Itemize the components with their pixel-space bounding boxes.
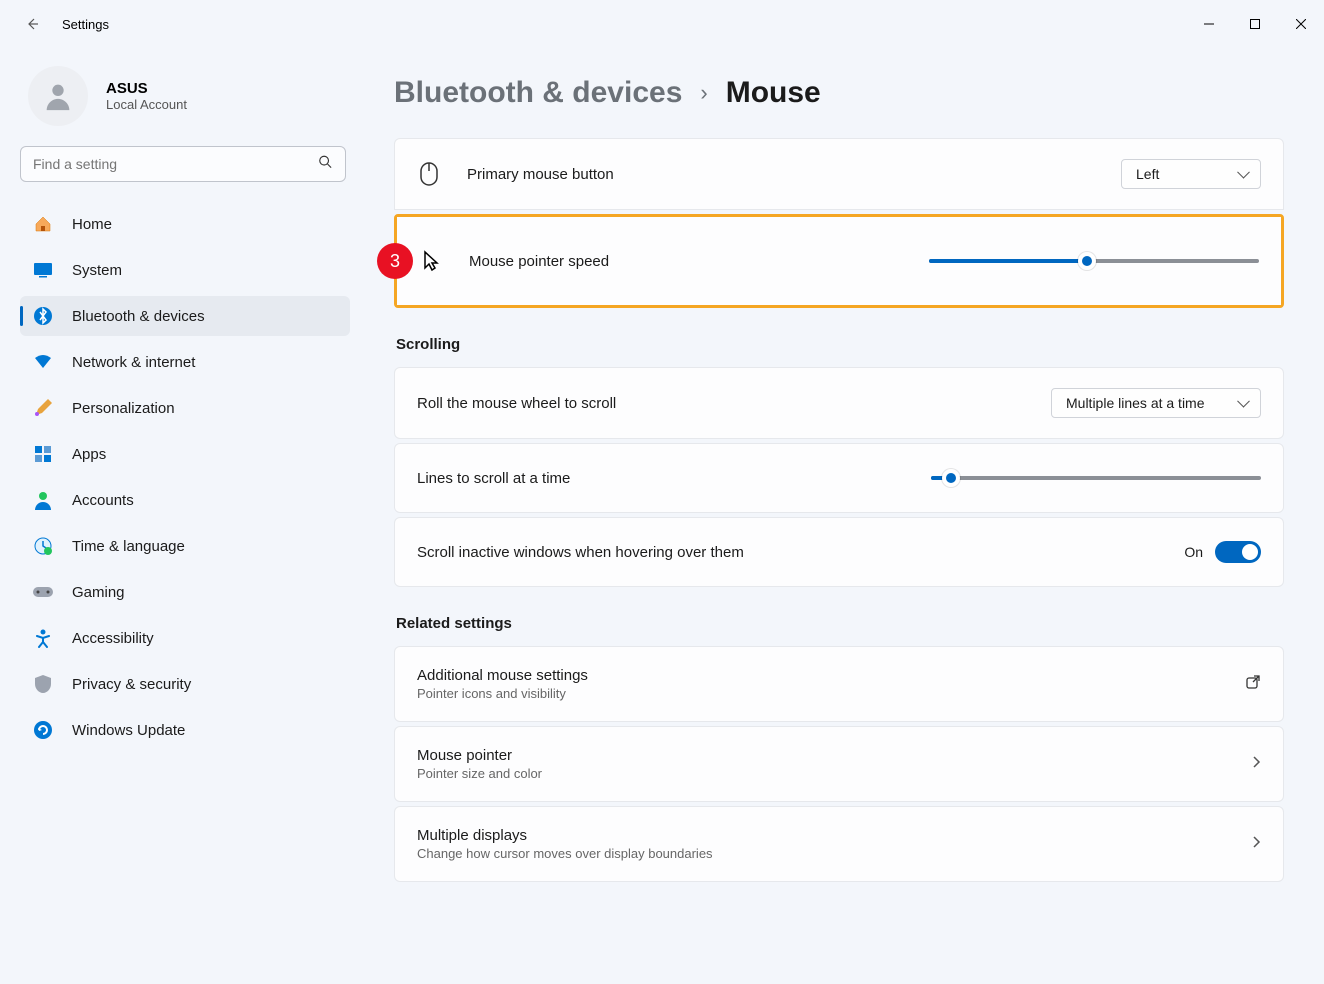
sidebar: ASUS Local Account Home System Bluetooth… <box>0 48 360 984</box>
card-scroll-inactive[interactable]: Scroll inactive windows when hovering ov… <box>394 517 1284 587</box>
chevron-right-icon <box>1251 834 1261 855</box>
home-icon <box>32 213 54 235</box>
nav-label: Network & internet <box>72 354 195 371</box>
mouse-icon <box>417 162 441 186</box>
shield-icon <box>32 673 54 695</box>
card-title: Multiple displays <box>417 827 713 844</box>
lines-scroll-slider[interactable] <box>931 476 1261 480</box>
maximize-button[interactable] <box>1232 8 1278 40</box>
search-box <box>20 146 346 182</box>
nav-label: Personalization <box>72 400 175 417</box>
accessibility-icon <box>32 627 54 649</box>
card-subtitle: Pointer icons and visibility <box>417 686 588 701</box>
user-role: Local Account <box>106 97 187 112</box>
bluetooth-icon <box>32 305 54 327</box>
card-additional-mouse-settings[interactable]: Additional mouse settings Pointer icons … <box>394 646 1284 722</box>
nav-label: Windows Update <box>72 722 185 739</box>
back-button[interactable] <box>16 8 48 40</box>
nav-network[interactable]: Network & internet <box>20 342 350 382</box>
breadcrumb-parent[interactable]: Bluetooth & devices <box>394 76 682 110</box>
nav-windows-update[interactable]: Windows Update <box>20 710 350 750</box>
scroll-inactive-toggle[interactable] <box>1215 541 1261 563</box>
annotation-highlight: 3 Mouse pointer speed <box>394 214 1284 308</box>
nav-personalization[interactable]: Personalization <box>20 388 350 428</box>
nav-accounts[interactable]: Accounts <box>20 480 350 520</box>
system-icon <box>32 259 54 281</box>
card-title: Additional mouse settings <box>417 667 588 684</box>
app-title: Settings <box>62 17 109 32</box>
primary-button-dropdown[interactable]: Left <box>1121 159 1261 189</box>
brush-icon <box>32 397 54 419</box>
card-pointer-speed[interactable]: Mouse pointer speed <box>397 217 1281 305</box>
titlebar: Settings <box>0 0 1324 48</box>
person-icon <box>32 489 54 511</box>
section-related: Related settings <box>396 615 1284 632</box>
breadcrumb-current: Mouse <box>726 76 821 110</box>
search-icon[interactable] <box>318 155 332 174</box>
nav-label: Home <box>72 216 112 233</box>
avatar-icon <box>28 66 88 126</box>
update-icon <box>32 719 54 741</box>
pointer-speed-slider[interactable] <box>929 259 1259 263</box>
nav-apps[interactable]: Apps <box>20 434 350 474</box>
user-name: ASUS <box>106 80 187 97</box>
nav-gaming[interactable]: Gaming <box>20 572 350 612</box>
main-content: Bluetooth & devices › Mouse Primary mous… <box>360 48 1324 984</box>
nav-label: Time & language <box>72 538 185 555</box>
wifi-icon <box>32 351 54 373</box>
nav-label: Apps <box>72 446 106 463</box>
annotation-badge: 3 <box>377 243 413 279</box>
card-lines-to-scroll[interactable]: Lines to scroll at a time <box>394 443 1284 513</box>
scroll-wheel-dropdown[interactable]: Multiple lines at a time <box>1051 388 1261 418</box>
chevron-right-icon <box>1251 754 1261 775</box>
card-title: Mouse pointer <box>417 747 542 764</box>
external-link-icon <box>1245 674 1261 695</box>
nav-home[interactable]: Home <box>20 204 350 244</box>
user-block[interactable]: ASUS Local Account <box>20 66 350 126</box>
nav-label: Accessibility <box>72 630 154 647</box>
apps-icon <box>32 443 54 465</box>
search-input[interactable] <box>20 146 346 182</box>
card-label: Primary mouse button <box>467 166 614 183</box>
card-subtitle: Change how cursor moves over display bou… <box>417 846 713 861</box>
card-label: Roll the mouse wheel to scroll <box>417 395 616 412</box>
card-label: Mouse pointer speed <box>469 253 609 270</box>
nav-label: Gaming <box>72 584 125 601</box>
clock-icon <box>32 535 54 557</box>
gamepad-icon <box>32 581 54 603</box>
card-primary-mouse-button[interactable]: Primary mouse button Left <box>394 138 1284 210</box>
nav-label: Accounts <box>72 492 134 509</box>
nav-time-language[interactable]: Time & language <box>20 526 350 566</box>
close-button[interactable] <box>1278 8 1324 40</box>
card-mouse-pointer[interactable]: Mouse pointer Pointer size and color <box>394 726 1284 802</box>
nav-label: Bluetooth & devices <box>72 308 205 325</box>
card-subtitle: Pointer size and color <box>417 766 542 781</box>
nav-accessibility[interactable]: Accessibility <box>20 618 350 658</box>
card-roll-wheel[interactable]: Roll the mouse wheel to scroll Multiple … <box>394 367 1284 439</box>
toggle-state: On <box>1184 544 1203 560</box>
nav-list: Home System Bluetooth & devices Network … <box>20 204 350 750</box>
section-scrolling: Scrolling <box>396 336 1284 353</box>
nav-label: Privacy & security <box>72 676 191 693</box>
nav-system[interactable]: System <box>20 250 350 290</box>
nav-privacy-security[interactable]: Privacy & security <box>20 664 350 704</box>
minimize-button[interactable] <box>1186 8 1232 40</box>
cursor-icon <box>419 250 443 272</box>
chevron-right-icon: › <box>700 80 707 106</box>
breadcrumb: Bluetooth & devices › Mouse <box>394 76 1284 110</box>
nav-bluetooth-devices[interactable]: Bluetooth & devices <box>20 296 350 336</box>
card-multiple-displays[interactable]: Multiple displays Change how cursor move… <box>394 806 1284 882</box>
card-label: Scroll inactive windows when hovering ov… <box>417 544 744 561</box>
nav-label: System <box>72 262 122 279</box>
card-label: Lines to scroll at a time <box>417 470 570 487</box>
